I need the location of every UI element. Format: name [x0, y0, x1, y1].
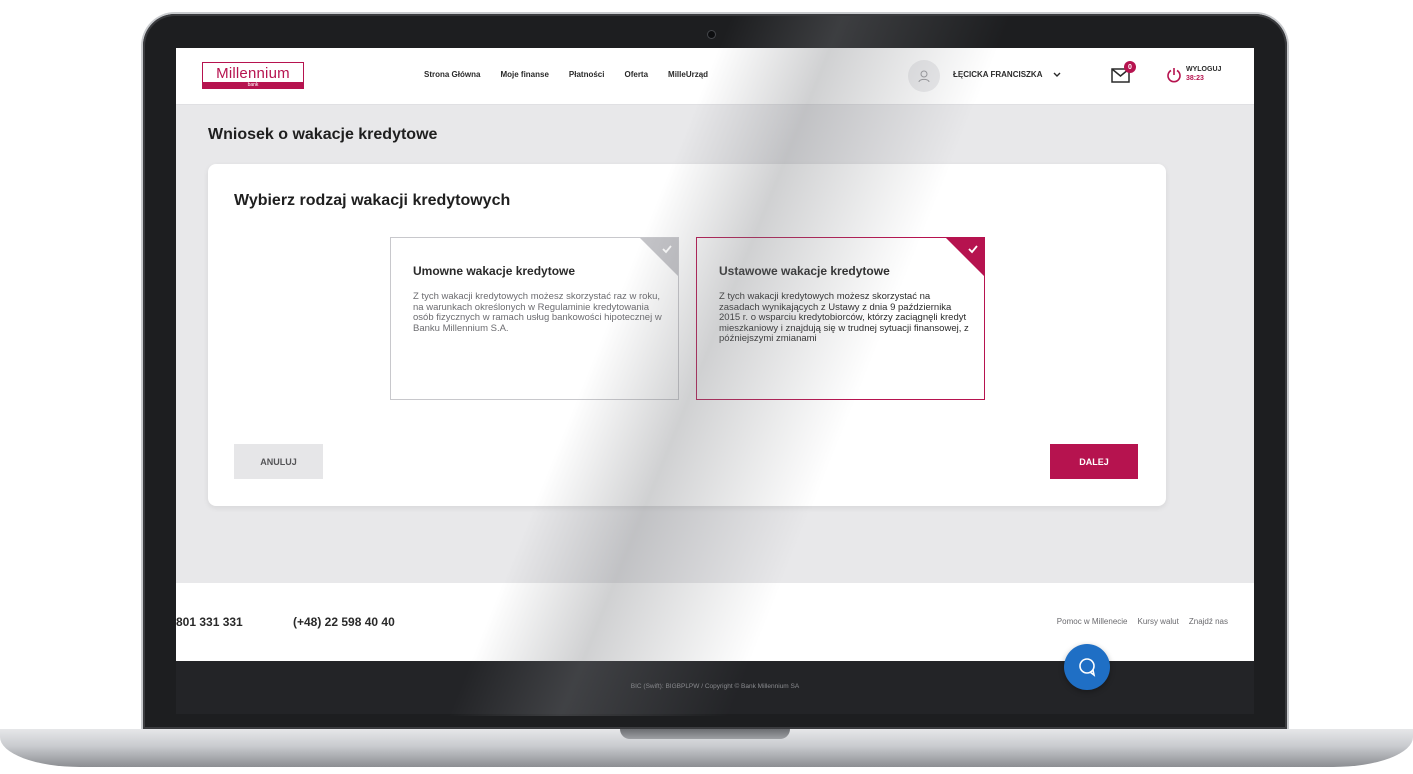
phone-number[interactable]: 801 331 331 — [176, 615, 243, 629]
option-umowne[interactable]: Umowne wakacje kredytowe Z tych wakacji … — [390, 237, 679, 400]
chat-button[interactable] — [1064, 644, 1110, 690]
session-timer: 38:23 — [1186, 75, 1204, 82]
selection-card: Wybierz rodzaj wakacji kredytowych Umown… — [208, 164, 1166, 506]
avatar[interactable] — [908, 60, 940, 92]
logout-button[interactable]: WYLOGUJ 38:23 — [1166, 64, 1236, 88]
option-corner — [945, 238, 984, 277]
phone-number-international[interactable]: (+48) 22 598 40 40 — [293, 615, 395, 629]
footer-links: Pomoc w Millenecie Kursy walut Znajdź na… — [1057, 617, 1228, 626]
user-name: ŁĘCICKA FRANCISZKA — [953, 70, 1043, 79]
nav-strona-glowna[interactable]: Strona Główna — [424, 70, 480, 79]
millennium-logo[interactable]: Millennium bank — [202, 62, 304, 89]
main-nav: Strona Główna Moje finanse Płatności Ofe… — [424, 70, 708, 79]
check-icon — [968, 245, 978, 254]
logout-label: WYLOGUJ — [1186, 66, 1222, 73]
footer-link-help[interactable]: Pomoc w Millenecie — [1057, 617, 1128, 626]
nav-platnosci[interactable]: Płatności — [569, 70, 605, 79]
top-navigation: Millennium bank Strona Główna Moje finan… — [176, 48, 1254, 105]
logo-bar: bank — [203, 82, 303, 88]
footer-link-rates[interactable]: Kursy walut — [1138, 617, 1179, 626]
option-ustawowe[interactable]: Ustawowe wakacje kredytowe Z tych wakacj… — [696, 237, 985, 400]
user-icon — [918, 70, 930, 83]
page-title: Wniosek o wakacje kredytowe — [208, 126, 438, 143]
cancel-button[interactable]: ANULUJ — [234, 444, 323, 479]
option-description: Z tych wakacji kredytowych możesz skorzy… — [413, 291, 662, 334]
laptop-base-notch — [620, 729, 790, 739]
nav-milleurzad[interactable]: MilleUrząd — [668, 70, 708, 79]
logo-text: Millennium — [216, 65, 290, 82]
check-icon — [662, 245, 672, 254]
power-icon — [1167, 68, 1181, 83]
chat-icon — [1079, 658, 1096, 677]
option-description: Z tych wakacji kredytowych możesz skorzy… — [719, 291, 969, 345]
option-title: Ustawowe wakacje kredytowe — [719, 264, 890, 278]
footer-link-find-us[interactable]: Znajdź nas — [1189, 617, 1228, 626]
screen: Millennium bank Strona Główna Moje finan… — [176, 48, 1254, 714]
user-menu[interactable]: ŁĘCICKA FRANCISZKA — [953, 70, 1062, 79]
card-title: Wybierz rodzaj wakacji kredytowych — [234, 192, 511, 209]
option-title: Umowne wakacje kredytowe — [413, 264, 576, 278]
next-button[interactable]: DALEJ — [1050, 444, 1138, 479]
nav-oferta[interactable]: Oferta — [624, 70, 648, 79]
option-corner — [639, 238, 678, 277]
mail-badge: 0 — [1124, 61, 1136, 73]
laptop-camera — [708, 31, 715, 38]
chevron-down-icon — [1053, 72, 1061, 77]
logo-sub: bank — [247, 82, 259, 88]
nav-moje-finanse[interactable]: Moje finanse — [500, 70, 548, 79]
